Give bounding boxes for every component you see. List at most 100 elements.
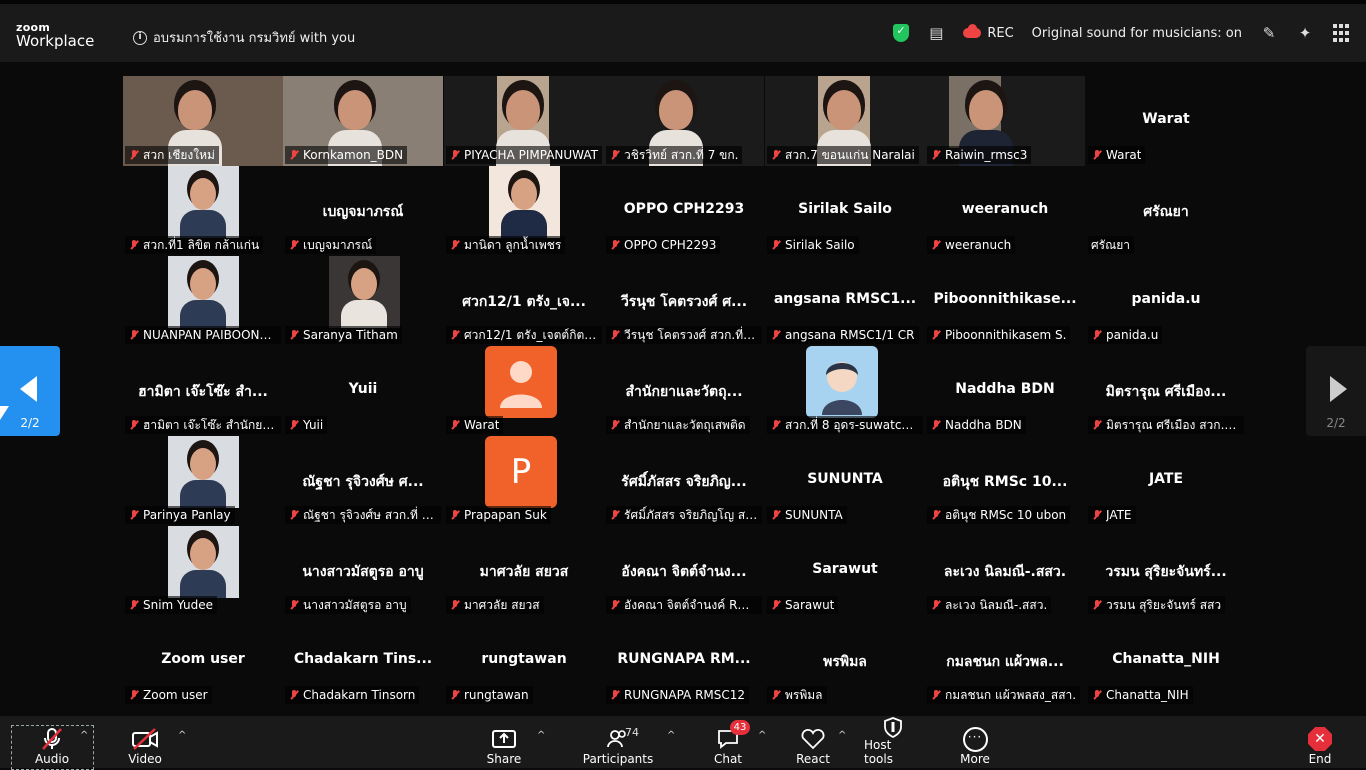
participant-tile[interactable]: เบญจมาภรณ์ เบญจมาภรณ์ — [283, 166, 443, 256]
meeting-info[interactable]: i อบรมการใช้งาน กรมวิทย์ with you — [133, 27, 355, 48]
mic-muted-icon — [288, 419, 300, 431]
previous-page-button[interactable]: 2/2 — [0, 346, 60, 436]
participants-options-caret-icon[interactable]: ^ — [667, 730, 675, 741]
participant-tile[interactable]: Kornkamon_BDN — [283, 76, 443, 166]
photo-torso — [180, 480, 226, 508]
react-button[interactable]: React — [796, 720, 830, 768]
participant-tile[interactable]: ศวก12/1 ตรัง_เจ... ศวก12/1 ตรัง_เจตต์กิตต… — [444, 256, 604, 346]
participant-tile[interactable]: กมลชนก แผ้วพล... กมลชนก แผ้วพลสง_สสา. — [925, 616, 1085, 706]
participant-display-name: อังคณา จิตต์จำนง... — [621, 564, 747, 580]
participant-tile[interactable]: สำนักยาและวัตถุ... สำนักยาและวัตถุเสพติด — [604, 346, 764, 436]
participant-name: ณัฐชา รุจิวงศ์ษ สวก.ที่ 5 ... — [303, 507, 437, 522]
host-shield-icon — [883, 716, 903, 738]
participant-name-label: Raiwin_rmsc3 — [927, 146, 1032, 164]
participant-tile[interactable]: Warat — [444, 346, 604, 436]
participant-tile[interactable]: Yuii Yuii — [283, 346, 443, 436]
participant-tile[interactable]: Chadakarn Tins... Chadakarn Tinsorn — [283, 616, 443, 706]
participant-tile[interactable]: SUNUNTA SUNUNTA — [765, 436, 925, 526]
chat-button[interactable]: 43 Chat — [712, 720, 750, 768]
next-page-button[interactable]: 2/2 — [1306, 346, 1366, 436]
participant-tile[interactable]: สวก.ที่1 ลิขิต กล้าแก่น — [123, 166, 283, 256]
cloud-record-icon — [963, 24, 982, 38]
encryption-shield-icon[interactable] — [893, 24, 910, 42]
participant-tile[interactable]: มานิดา ลูกน้ำเพชร — [444, 166, 604, 256]
participant-tile[interactable]: OPPO CPH2293 OPPO CPH2293 — [604, 166, 764, 256]
original-sound-status[interactable]: Original sound for musicians: on — [1032, 26, 1242, 41]
participant-name: สวก.7 ขอนแก่น Naralai — [785, 147, 915, 162]
participant-tile[interactable]: panida.u panida.u — [1086, 256, 1246, 346]
mic-muted-icon — [288, 509, 300, 521]
participant-tile[interactable]: Snim Yudee — [123, 526, 283, 616]
audio-button[interactable]: Audio — [34, 720, 70, 768]
photo-person — [351, 268, 377, 300]
photo-person — [511, 178, 537, 210]
participant-tile[interactable]: Saranya Titham — [283, 256, 443, 346]
video-options-caret-icon[interactable]: ^ — [178, 730, 186, 741]
react-options-caret-icon[interactable]: ^ — [838, 730, 846, 741]
video-person — [178, 90, 212, 130]
host-tools-button[interactable]: Host tools — [864, 717, 922, 768]
participant-tile[interactable]: Warat Warat — [1086, 76, 1246, 166]
participant-tile[interactable]: พรพิมล พรพิมล — [765, 616, 925, 706]
mic-muted-icon — [930, 509, 942, 521]
ai-sparkle-icon[interactable]: ✦ — [1296, 24, 1314, 42]
participant-tile[interactable]: Piboonnithikase... Piboonnithikasem S. — [925, 256, 1085, 346]
magic-wand-icon[interactable]: ✎ — [1260, 24, 1278, 42]
more-label: More — [960, 752, 990, 766]
participant-tile[interactable]: มิตรารุณ ศรีเมือง... มิตรารุณ ศรีเมือง สว… — [1086, 346, 1246, 436]
participant-tile[interactable]: นางสาวมัสตูรอ อาบู นางสาวมัสตูรอ อาบู — [283, 526, 443, 616]
info-icon[interactable]: i — [133, 30, 147, 45]
participant-tile[interactable]: อังคณา จิตต์จำนง... อังคณา จิตต์จำนงค์ RM… — [604, 526, 764, 616]
participant-tile[interactable]: Raiwin_rmsc3 — [925, 76, 1085, 166]
participant-tile[interactable]: รัศมิ์ภัสสร จริยภิญ... รัศมิ์ภัสสร จริยภิ… — [604, 436, 764, 526]
participant-tile[interactable]: วีรนุช โคตรวงศ์ ศ... วีรนุช โคตรวงศ์ สวก.… — [604, 256, 764, 346]
participant-name-label: Yuii — [285, 416, 328, 434]
mic-muted-icon — [930, 689, 942, 701]
participant-tile[interactable]: Chanatta_NIH Chanatta_NIH — [1086, 616, 1246, 706]
participant-tile[interactable]: RUNGNAPA RM... RUNGNAPA RMSC12 — [604, 616, 764, 706]
audio-options-caret-icon[interactable]: ^ — [80, 730, 88, 741]
participant-name-label: มานิดา ลูกน้ำเพชร — [446, 236, 566, 254]
profile-photo — [168, 256, 239, 328]
participant-tile[interactable]: NUANPAN PAIBOONS... — [123, 256, 283, 346]
participant-tile[interactable]: ฮามิตา เจ๊ะโซ๊ะ สำ... ฮามิตา เจ๊ะโซ๊ะ สำน… — [123, 346, 283, 436]
end-meeting-button[interactable]: ✕ End — [1304, 720, 1336, 768]
share-button[interactable]: Share — [486, 720, 522, 768]
participant-tile[interactable]: Sarawut Sarawut — [765, 526, 925, 616]
participant-tile[interactable]: rungtawan rungtawan — [444, 616, 604, 706]
participant-tile[interactable]: PIYACHA PIMPANUWAT — [444, 76, 604, 166]
participant-tile[interactable]: สวก.ที่ 8 อุดร-suwatcha... — [765, 346, 925, 436]
participant-tile[interactable]: Zoom user Zoom user — [123, 616, 283, 706]
participant-tile[interactable]: ละเวง นิลมณี-.สสว. ละเวง นิลมณี-.สสว. — [925, 526, 1085, 616]
participant-tile[interactable]: JATE JATE — [1086, 436, 1246, 526]
mic-muted-icon — [609, 509, 621, 521]
participant-tile[interactable]: Naddha BDN Naddha BDN — [925, 346, 1085, 436]
mic-muted-icon — [770, 329, 782, 341]
participant-tile[interactable]: วรมน สุริยะจันทร์... วรมน สุริยะจันทร์ สส… — [1086, 526, 1246, 616]
participant-tile[interactable]: P Prapapan Suk — [444, 436, 604, 526]
participant-tile[interactable]: Parinya Panlay — [123, 436, 283, 526]
recording-indicator[interactable]: REC — [963, 24, 1014, 41]
participant-tile[interactable]: Sirilak Sailo Sirilak Sailo — [765, 166, 925, 256]
video-button[interactable]: Video — [127, 720, 163, 768]
participant-tile[interactable]: angsana RMSC1... angsana RMSC1/1 CR — [765, 256, 925, 346]
participant-tile[interactable]: ณัฐชา รุจิวงศ์ษ ศ... ณัฐชา รุจิวงศ์ษ สวก.… — [283, 436, 443, 526]
apps-grid-icon[interactable] — [1332, 24, 1350, 42]
participant-tile[interactable]: วชิรวิทย์ สวก.ที่ 7 ขก. — [604, 76, 764, 166]
participant-name-label: พรพิมล — [767, 686, 827, 704]
participant-tile[interactable]: สวก เชียงใหม่ — [123, 76, 283, 166]
more-button[interactable]: ··· More — [957, 720, 993, 768]
participant-tile[interactable]: อตินุช RMSc 10... อตินุช RMSc 10 ubon — [925, 436, 1085, 526]
participants-button[interactable]: 74 Participants — [583, 720, 654, 768]
participant-tile[interactable]: ศรัณยา ศรัณยา — [1086, 166, 1246, 256]
participant-tile[interactable]: มาศวลัย สยวส มาศวลัย สยวส — [444, 526, 604, 616]
participant-display-name: ละเวง นิลมณี-.สสว. — [943, 564, 1067, 580]
chat-options-caret-icon[interactable]: ^ — [758, 730, 766, 741]
avatar-letter: P — [510, 452, 532, 492]
participant-tile[interactable]: สวก.7 ขอนแก่น Naralai — [765, 76, 925, 166]
photo-person — [190, 268, 216, 300]
participant-display-name: Naddha BDN — [955, 381, 1055, 397]
notes-icon[interactable]: ▤ — [927, 24, 945, 42]
share-options-caret-icon[interactable]: ^ — [537, 730, 545, 741]
participant-tile[interactable]: weeranuch weeranuch — [925, 166, 1085, 256]
